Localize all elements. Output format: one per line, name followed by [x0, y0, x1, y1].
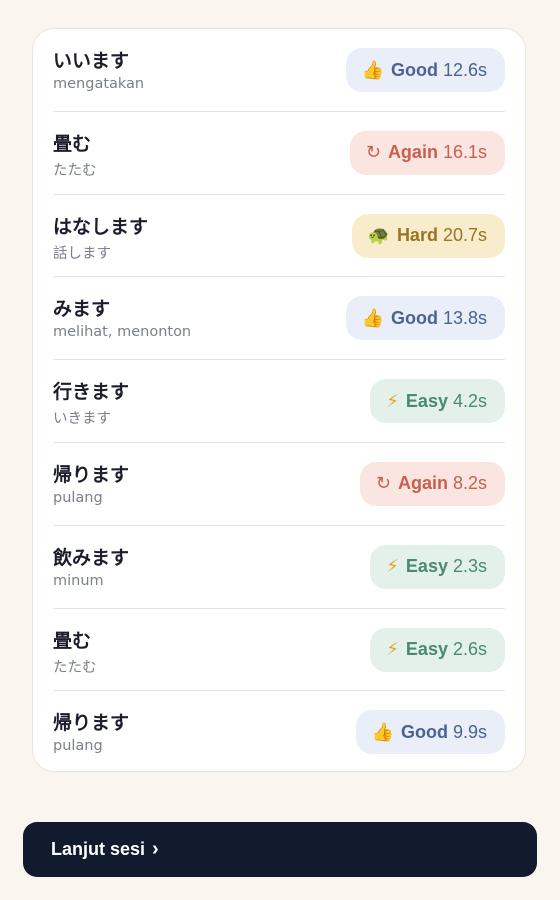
- lightning-icon: ⚡: [386, 556, 399, 577]
- review-reading: 話します: [53, 245, 111, 262]
- continue-session-button[interactable]: Lanjut sesi ›: [23, 822, 537, 877]
- rating-label: Again: [387, 142, 438, 163]
- response-time: 16.1s: [442, 142, 487, 163]
- review-reading: たたむ: [53, 659, 97, 676]
- review-row: いいます mengatakan 👍 Good 12.6s: [53, 29, 505, 112]
- refresh-icon: ↻: [375, 473, 391, 494]
- rating-badge-good: 👍 Good 12.6s: [345, 48, 505, 92]
- review-list-card: いいます mengatakan 👍 Good 12.6s 畳む たたむ ↻ Again 16.1s…: [32, 28, 526, 772]
- review-reading: mengatakan: [53, 76, 145, 92]
- review-row: 帰ります pulang 👍 Good 9.9s: [53, 691, 505, 774]
- rating-label: Easy: [405, 639, 448, 660]
- thumbs-up-icon: 👍: [361, 59, 384, 80]
- review-reading: いきます: [53, 411, 111, 428]
- review-reading: pulang: [53, 738, 103, 755]
- review-reading: minum: [53, 572, 104, 589]
- review-row: 飲みます minum ⚡ Easy 2.3s: [53, 526, 505, 609]
- rating-badge-easy: ⚡ Easy 2.3s: [370, 544, 505, 589]
- review-word: はなします: [53, 215, 149, 238]
- review-word: 畳む: [53, 629, 92, 652]
- response-time: 20.7s: [442, 225, 487, 246]
- review-word: みます: [53, 298, 111, 321]
- review-row: 帰ります pulang ↻ Again 8.2s: [53, 443, 505, 526]
- rating-badge-good: 👍 Good 13.8s: [345, 296, 505, 341]
- response-time: 13.8s: [442, 307, 487, 328]
- review-row: みます melihat, menonton 👍 Good 13.8s: [53, 277, 505, 361]
- rating-badge-good: 👍 Good 9.9s: [355, 710, 505, 755]
- review-summary-screen: いいます mengatakan 👍 Good 12.6s 畳む たたむ ↻ Again 16.1s…: [0, 0, 560, 900]
- review-word: 畳む: [53, 132, 92, 155]
- lightning-icon: ⚡: [386, 390, 399, 411]
- rating-label: Easy: [405, 556, 448, 577]
- continue-session-label: Lanjut sesi: [51, 839, 146, 859]
- response-time: 2.3s: [452, 556, 487, 577]
- response-time: 4.2s: [452, 390, 487, 411]
- rating-label: Good: [390, 307, 438, 328]
- rating-badge-easy: ⚡ Easy 2.6s: [370, 627, 505, 672]
- rating-badge-again: ↻ Again 8.2s: [359, 461, 505, 506]
- thumbs-up-icon: 👍: [371, 721, 394, 742]
- rating-label: Good: [390, 59, 438, 80]
- rating-label: Again: [397, 473, 448, 494]
- review-reading: pulang: [53, 489, 103, 506]
- rating-label: Hard: [396, 225, 438, 246]
- review-row: 畳むたたむ ↻ Again 16.1s: [53, 112, 505, 195]
- rating-label: Good: [400, 721, 448, 742]
- review-row: 行きますいきます ⚡ Easy 4.2s: [53, 360, 505, 443]
- review-row: 畳むたたむ ⚡ Easy 2.6s: [53, 609, 505, 692]
- review-reading: melihat, menonton: [53, 324, 192, 341]
- response-time: 8.2s: [452, 473, 487, 494]
- review-reading: たたむ: [53, 162, 97, 179]
- response-time: 12.6s: [442, 59, 487, 80]
- response-time: 2.6s: [452, 639, 487, 660]
- review-word: いいます: [53, 50, 130, 72]
- response-time: 9.9s: [452, 721, 487, 742]
- rating-badge-hard: 🐢 Hard 20.7s: [351, 213, 505, 258]
- rating-badge-again: ↻ Again 16.1s: [349, 130, 505, 175]
- review-word: 飲みます: [53, 546, 130, 569]
- review-row: はなします話します 🐢 Hard 20.7s: [53, 195, 505, 278]
- review-word: 帰ります: [53, 463, 130, 486]
- review-word: 帰ります: [53, 712, 130, 735]
- lightning-icon: ⚡: [386, 639, 399, 660]
- rating-badge-easy: ⚡ Easy 4.2s: [370, 379, 505, 424]
- chevron-right-icon: ›: [152, 838, 159, 860]
- thumbs-up-icon: 👍: [361, 307, 384, 328]
- rating-label: Easy: [405, 390, 448, 411]
- turtle-icon: 🐢: [367, 225, 390, 246]
- refresh-icon: ↻: [365, 142, 381, 163]
- review-word: 行きます: [53, 381, 130, 404]
